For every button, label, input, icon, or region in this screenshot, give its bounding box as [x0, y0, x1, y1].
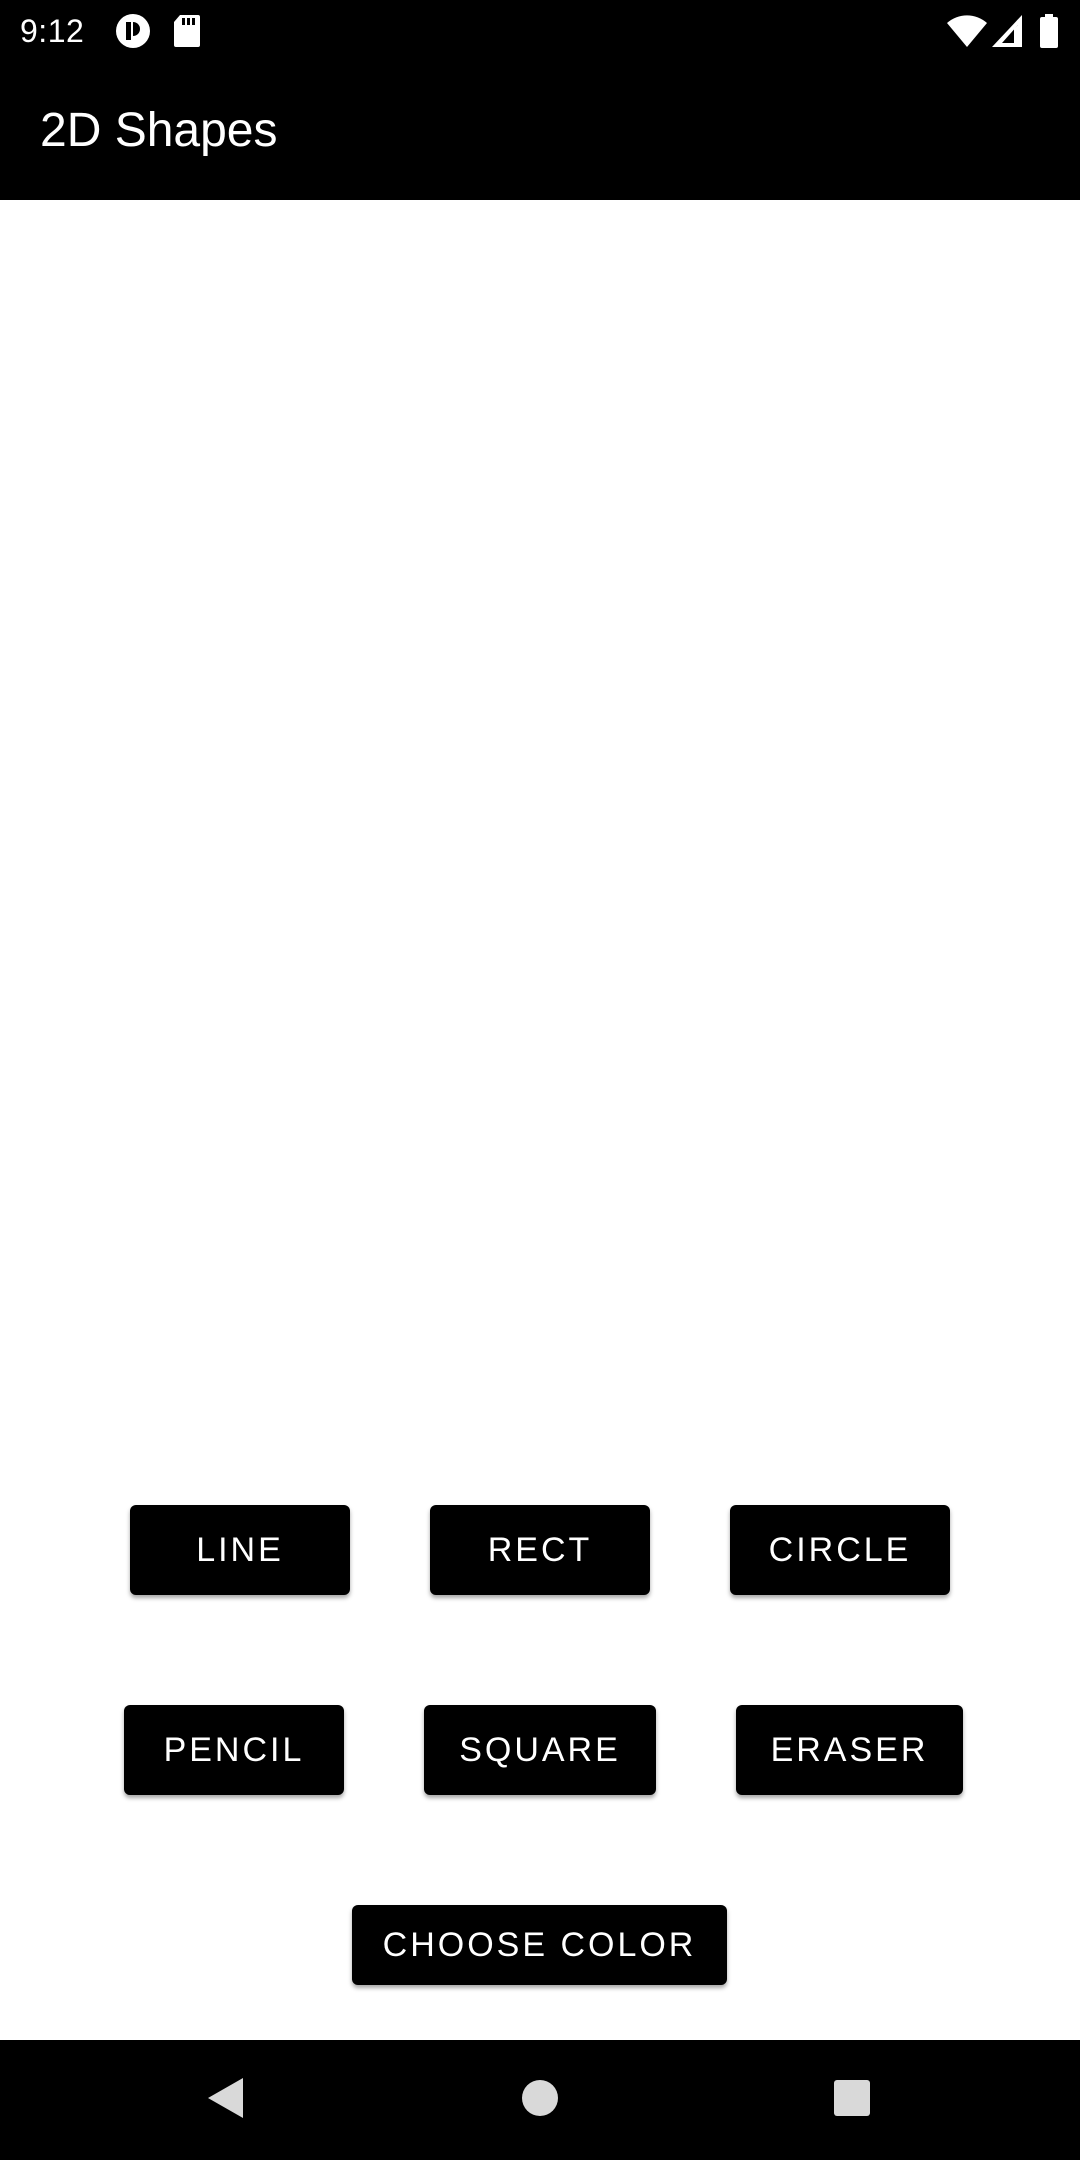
cell-signal-icon: [990, 13, 1024, 49]
drawing-canvas[interactable]: [0, 200, 1080, 1490]
line-button[interactable]: LINE: [130, 1505, 350, 1595]
choose-color-button[interactable]: CHOOSE COLOR: [352, 1905, 727, 1985]
back-icon: [205, 2076, 245, 2125]
pencil-button[interactable]: PENCIL: [124, 1705, 344, 1795]
screen: 9:12 2D Shapes LINE RECT CIRCLE PENCIL S…: [0, 0, 1080, 2160]
home-icon: [521, 2079, 559, 2122]
nav-home-button[interactable]: [500, 2060, 580, 2140]
wifi-icon: [946, 13, 988, 49]
rect-button[interactable]: RECT: [430, 1505, 650, 1595]
app-bar: 2D Shapes: [0, 63, 1080, 200]
square-button[interactable]: SQUARE: [424, 1705, 656, 1795]
eraser-button[interactable]: ERASER: [736, 1705, 963, 1795]
battery-icon: [1038, 13, 1060, 49]
privacy-icon: [115, 13, 151, 49]
status-bar: 9:12: [0, 0, 1080, 63]
nav-bar: [0, 2040, 1080, 2160]
circle-button[interactable]: CIRCLE: [730, 1505, 950, 1595]
recents-icon: [833, 2079, 871, 2122]
sd-card-icon: [172, 13, 208, 49]
app-title: 2D Shapes: [40, 104, 278, 157]
status-time: 9:12: [20, 13, 85, 49]
nav-recents-button[interactable]: [812, 2060, 892, 2140]
nav-back-button[interactable]: [185, 2060, 265, 2140]
